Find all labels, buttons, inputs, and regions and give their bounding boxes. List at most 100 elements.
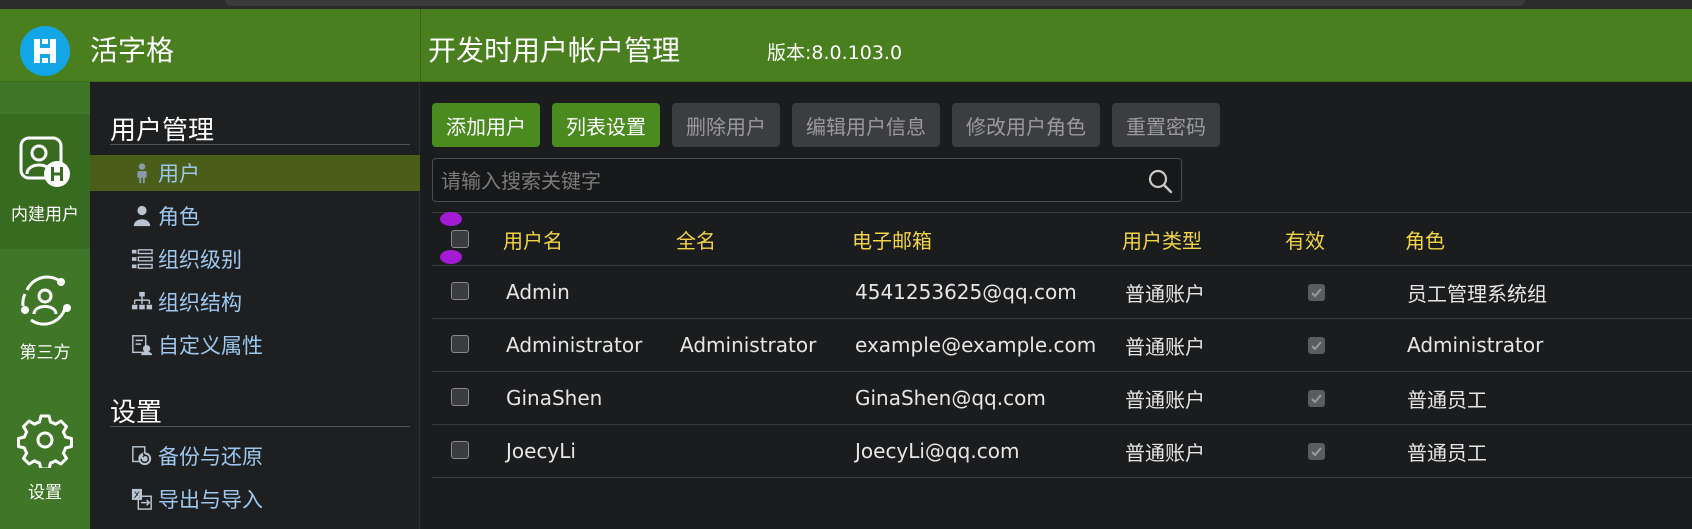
section-heading-user-management: 用户管理	[110, 116, 215, 146]
column-header-type[interactable]: 用户类型	[1122, 213, 1202, 265]
cell-username: Administrator	[506, 333, 643, 357]
check-icon	[1311, 393, 1322, 403]
side-item-label: 角色	[158, 205, 200, 229]
side-item-label: 备份与还原	[158, 445, 263, 469]
rail-label: 内建用户	[11, 205, 79, 225]
valid-checkbox	[1308, 442, 1325, 460]
cell-role: Administrator	[1407, 333, 1544, 357]
browser-top-strip	[0, 0, 1692, 9]
builtin-user-icon	[19, 136, 70, 187]
cell-email: GinaShen@qq.com	[855, 386, 1046, 410]
side-item-org-level[interactable]: 组织级别	[90, 241, 420, 277]
cell-username: JoecyLi	[506, 439, 576, 463]
table-row[interactable]: GinaShen GinaShen@qq.com 普通账户 普通员工	[432, 372, 1692, 425]
cell-valid	[1308, 372, 1325, 424]
cell-type: 普通账户	[1125, 440, 1205, 465]
cell-role: 普通员工	[1407, 440, 1487, 465]
cell-email: example@example.com	[855, 333, 1097, 357]
search-box	[432, 158, 1182, 202]
column-header-fullname[interactable]: 全名	[676, 213, 716, 265]
app-name: 活字格	[90, 34, 175, 67]
rail-item-builtin-user[interactable]: 内建用户	[0, 114, 90, 249]
cell-type: 普通账户	[1125, 334, 1205, 359]
section-heading-settings: 设置	[110, 398, 163, 428]
list-settings-button[interactable]: 列表设置	[552, 103, 660, 147]
section-divider	[110, 144, 410, 145]
cell-email: JoecyLi@qq.com	[855, 439, 1020, 463]
row-checkbox[interactable]	[451, 441, 469, 459]
left-rail: 内建用户 第三方 设置	[0, 82, 90, 529]
export-import-icon: X	[130, 487, 154, 511]
table-row[interactable]: Admin 4541253625@qq.com 普通账户 员工管理系统组	[432, 266, 1692, 319]
row-checkbox[interactable]	[451, 388, 469, 406]
side-item-roles[interactable]: 角色	[90, 198, 420, 234]
side-item-label: 自定义属性	[158, 334, 263, 358]
valid-checkbox	[1308, 283, 1325, 301]
table-header-row: 用户名 全名 电子邮箱 用户类型 有效 角色	[432, 212, 1692, 266]
row-checkbox[interactable]	[451, 282, 469, 300]
column-header-role[interactable]: 角色	[1405, 213, 1445, 265]
custom-attribute-icon	[130, 333, 154, 357]
change-role-button[interactable]: 修改用户角色	[952, 103, 1100, 147]
org-structure-icon	[130, 290, 154, 314]
version-label: 版本:8.0.103.0	[767, 42, 903, 64]
side-item-users[interactable]: 用户	[90, 155, 420, 191]
backup-restore-icon	[130, 444, 154, 468]
side-item-custom-attribute[interactable]: 自定义属性	[90, 327, 420, 363]
rail-item-third-party[interactable]: 第三方	[0, 252, 90, 387]
cell-valid	[1308, 266, 1325, 318]
reset-password-button[interactable]: 重置密码	[1112, 103, 1220, 147]
cell-valid	[1308, 319, 1325, 371]
side-item-label: 导出与导入	[158, 488, 263, 512]
add-user-button[interactable]: 添加用户	[432, 103, 540, 147]
page-title: 开发时用户帐户管理	[428, 34, 681, 67]
side-item-label: 组织结构	[158, 291, 242, 315]
users-table: 用户名 全名 电子邮箱 用户类型 有效 角色 Admin 4541253625@…	[432, 212, 1692, 478]
column-header-valid[interactable]: 有效	[1285, 213, 1325, 265]
cell-email: 4541253625@qq.com	[855, 280, 1077, 304]
role-icon	[130, 204, 154, 228]
column-header-email[interactable]: 电子邮箱	[852, 213, 932, 265]
table-row[interactable]: JoecyLi JoecyLi@qq.com 普通账户 普通员工	[432, 425, 1692, 478]
valid-checkbox	[1308, 389, 1325, 407]
side-item-backup-restore[interactable]: 备份与还原	[90, 438, 420, 474]
row-checkbox[interactable]	[451, 335, 469, 353]
check-icon	[1311, 446, 1322, 456]
browser-address-bar[interactable]	[225, 0, 1525, 6]
user-icon	[130, 161, 154, 185]
toolbar: 添加用户 列表设置 删除用户 编辑用户信息 修改用户角色 重置密码	[432, 103, 1220, 147]
table-row[interactable]: Administrator Administrator example@exam…	[432, 319, 1692, 372]
app-header: 活字格 开发时用户帐户管理 版本:8.0.103.0	[0, 9, 1692, 82]
rail-item-settings[interactable]: 设置	[0, 392, 90, 527]
org-level-icon	[130, 247, 154, 271]
rail-label: 第三方	[19, 343, 71, 363]
cell-username: Admin	[506, 280, 570, 304]
side-item-label: 组织级别	[158, 248, 242, 272]
column-drag-handle-bottom-icon[interactable]	[439, 249, 463, 265]
search-input[interactable]	[441, 168, 1121, 194]
rail-label: 设置	[28, 483, 62, 503]
column-header-username[interactable]: 用户名	[503, 213, 563, 265]
check-icon	[1311, 287, 1322, 297]
cell-username: GinaShen	[506, 386, 603, 410]
logo-h-icon	[34, 39, 56, 63]
cell-type: 普通账户	[1125, 387, 1205, 412]
third-party-icon	[21, 275, 71, 326]
cell-role: 员工管理系统组	[1407, 281, 1547, 306]
column-drag-handle-top-icon[interactable]	[439, 211, 463, 227]
side-item-org-structure[interactable]: 组织结构	[90, 284, 420, 320]
main-content: 添加用户 列表设置 删除用户 编辑用户信息 修改用户角色 重置密码 用户名 全名…	[421, 82, 1692, 529]
select-all-checkbox[interactable]	[451, 230, 469, 248]
search-icon[interactable]	[1147, 168, 1173, 194]
table-body: Admin 4541253625@qq.com 普通账户 员工管理系统组 Adm…	[432, 266, 1692, 478]
cell-valid	[1308, 425, 1325, 477]
side-item-export-import[interactable]: X 导出与导入	[90, 481, 420, 517]
delete-user-button[interactable]: 删除用户	[672, 103, 780, 147]
gear-icon	[17, 414, 73, 468]
cell-fullname: Administrator	[680, 333, 817, 357]
app-logo	[20, 26, 70, 76]
cell-type: 普通账户	[1125, 281, 1205, 306]
header-divider	[420, 9, 421, 82]
side-item-label: 用户	[158, 162, 200, 186]
edit-user-button[interactable]: 编辑用户信息	[792, 103, 940, 147]
